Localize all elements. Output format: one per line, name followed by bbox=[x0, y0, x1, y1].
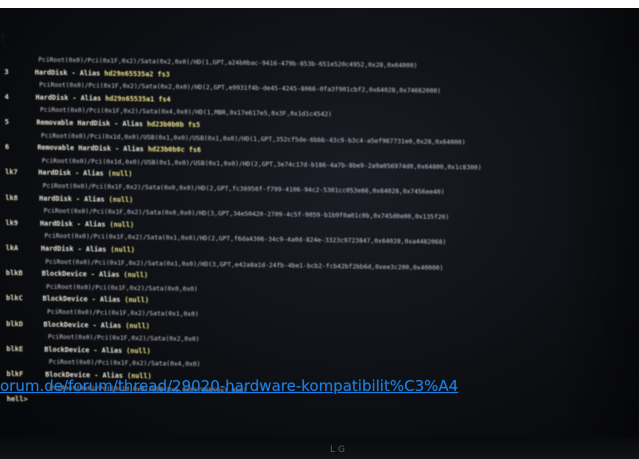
device-description: BlockDevice - Alias (null) bbox=[43, 320, 150, 330]
device-path: PciRoot(0x0)/Pci(0x1F,0x2)/Sata(0x4,0x0) bbox=[48, 359, 201, 369]
device-handle: 5 bbox=[4, 118, 9, 127]
device-handle: lk7 bbox=[5, 168, 18, 177]
device-handle: hell> bbox=[6, 395, 28, 404]
device-path: PciRoot(0x0)/Pci(0x1F,0x2)/Sata(0x2,0x0)… bbox=[38, 56, 418, 70]
device-path: PciRoot(0x0)/Pci(0x1F,0x2)/Sata(0x1,0x0) bbox=[47, 308, 199, 319]
device-description: Removable HardDisk - Alias hd23b0b0b fs5 bbox=[36, 118, 201, 130]
device-path: PciRoot(0x0)/Pci(0x1F,0x2)/Sata(0x1,0x0)… bbox=[45, 258, 444, 272]
device-description: HardDisk - Alias (null) bbox=[38, 168, 133, 179]
device-path: PciRoot(0x0)/Pci(0x1F,0x2)/Sata(0x0,0x0)… bbox=[43, 207, 450, 222]
screen-glare bbox=[559, 8, 639, 448]
device-handle: 4 bbox=[4, 92, 9, 101]
device-path: PciRoot(0x0)/Pci(0x1F,0x2)/Sata(0x1,0x0)… bbox=[44, 233, 447, 247]
monitor-bezel: LG bbox=[0, 437, 639, 459]
device-handle: blkE bbox=[6, 344, 24, 354]
device-path: PciRoot(0x0)/Pci(0x1F,0x2)/Sata(0x2,0x0)… bbox=[39, 81, 442, 96]
device-handle: lkA bbox=[5, 244, 19, 253]
device-handle: 3 bbox=[4, 67, 9, 76]
device-description: Removable HardDisk - Alias hd23b0b0c fs6 bbox=[37, 143, 202, 155]
device-description: HardDisk - Alias hd29n65535a1 fs4 bbox=[35, 93, 171, 104]
device-description: BlockDevice - Alias (null) bbox=[42, 295, 150, 305]
uefi-shell-screen: PciRoot(0x0)/Pci(0x1F,0x2)/Sata(0x2,0x0)… bbox=[0, 18, 639, 438]
device-description: HardDisk - Alias (null) bbox=[39, 194, 134, 204]
forum-thread-link[interactable]: orum.de/forum/thread/29020-hardware-komp… bbox=[0, 377, 458, 395]
device-handle: blkB bbox=[5, 269, 23, 278]
device-description: BlockDevice - Alias (null) bbox=[44, 345, 151, 356]
device-path: PciRoot(0x0)/Pci(0x1F,0x2)/Sata(0x0,0x0)… bbox=[42, 182, 445, 196]
device-handle: blkC bbox=[5, 294, 23, 303]
device-description: BlockDevice - Alias (null) bbox=[41, 269, 149, 280]
device-handle: lk9 bbox=[5, 218, 19, 228]
device-handle: blkD bbox=[6, 319, 24, 328]
device-path: PciRoot(0x0)/Pci(0x1F,0x2)/Sata(0x4,0x0)… bbox=[40, 107, 332, 119]
device-path: PciRoot(0x0)/Pci(0x1F,0x2)/Sata(0x0,0x0) bbox=[46, 283, 198, 293]
page-text-fragment: t bbox=[0, 29, 8, 51]
device-handle: 6 bbox=[4, 143, 10, 152]
device-handle: lk8 bbox=[5, 193, 18, 202]
device-description: HardDisk - Alias (null) bbox=[40, 244, 136, 255]
device-description: HardDisk - Alias (null) bbox=[39, 219, 135, 229]
device-description: HardDisk - Alias hd29n65535a2 fs3 bbox=[34, 68, 170, 79]
monitor-brand-logo: LG bbox=[330, 445, 348, 455]
device-path: PciRoot(0x0)/Pci(0x1F,0x2)/Sata(0x2,0x0) bbox=[47, 333, 200, 344]
